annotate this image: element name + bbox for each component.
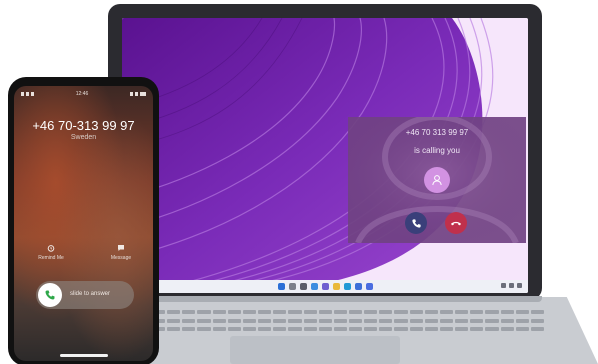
- accept-call-button[interactable]: [405, 212, 427, 234]
- phone-screen: 12:46 +46 70-313 99 97 Sweden Remind Me …: [14, 86, 153, 361]
- laptop-hinge: [108, 296, 542, 302]
- status-left: [21, 92, 34, 96]
- file-explorer-icon[interactable]: [332, 283, 340, 290]
- call-status: is calling you: [414, 146, 460, 155]
- system-tray: [501, 283, 522, 288]
- message-button[interactable]: Message: [98, 244, 144, 261]
- tray-icon[interactable]: [509, 283, 514, 288]
- edge-icon[interactable]: [343, 283, 351, 290]
- incoming-call-popup: +46 70 313 99 97 is calling you: [348, 117, 526, 243]
- slide-label: slide to answer: [70, 291, 111, 297]
- task-view-icon[interactable]: [299, 283, 307, 290]
- home-indicator[interactable]: [60, 354, 108, 357]
- signal-icon: [21, 92, 24, 96]
- phone-decline-icon: [451, 221, 461, 226]
- tray-icon[interactable]: [517, 283, 522, 288]
- message-label: Message: [110, 255, 132, 261]
- caller-number: +46 70 313 99 97: [405, 128, 469, 137]
- decline-call-button[interactable]: [445, 212, 467, 234]
- remind-me-button[interactable]: Remind Me: [28, 244, 74, 261]
- widgets-icon[interactable]: [310, 283, 318, 290]
- wifi-icon: [31, 92, 34, 96]
- cell-signal-icon: [134, 92, 138, 96]
- store-icon[interactable]: [354, 283, 362, 290]
- keyboard: [152, 310, 544, 334]
- battery-icon: [139, 92, 146, 96]
- taskbar: [122, 280, 528, 293]
- notification-icon: [26, 92, 29, 96]
- search-icon[interactable]: [288, 283, 296, 290]
- phone-accept-icon: [411, 218, 421, 228]
- caller-location: Sweden: [70, 134, 97, 141]
- person-icon: [432, 175, 442, 186]
- alarm-status-icon: [129, 92, 133, 96]
- answer-knob[interactable]: [38, 283, 62, 307]
- trackpad: [230, 336, 400, 364]
- remind-me-label: Remind Me: [38, 255, 64, 261]
- status-right: [129, 92, 146, 96]
- caller-avatar: [424, 167, 450, 193]
- message-bubble-icon: [118, 245, 124, 251]
- slide-to-answer[interactable]: slide to answer: [36, 281, 134, 309]
- start-icon[interactable]: [277, 283, 285, 290]
- chat-icon[interactable]: [321, 283, 329, 290]
- phone-link-icon[interactable]: [365, 283, 373, 290]
- phone-handset-icon: [45, 290, 55, 300]
- status-bar: 12:46: [14, 89, 153, 99]
- alarm-icon: [47, 245, 55, 252]
- status-time: 12:46: [75, 91, 89, 97]
- caller-number: +46 70-313 99 97: [32, 118, 135, 133]
- tray-icon[interactable]: [501, 283, 506, 288]
